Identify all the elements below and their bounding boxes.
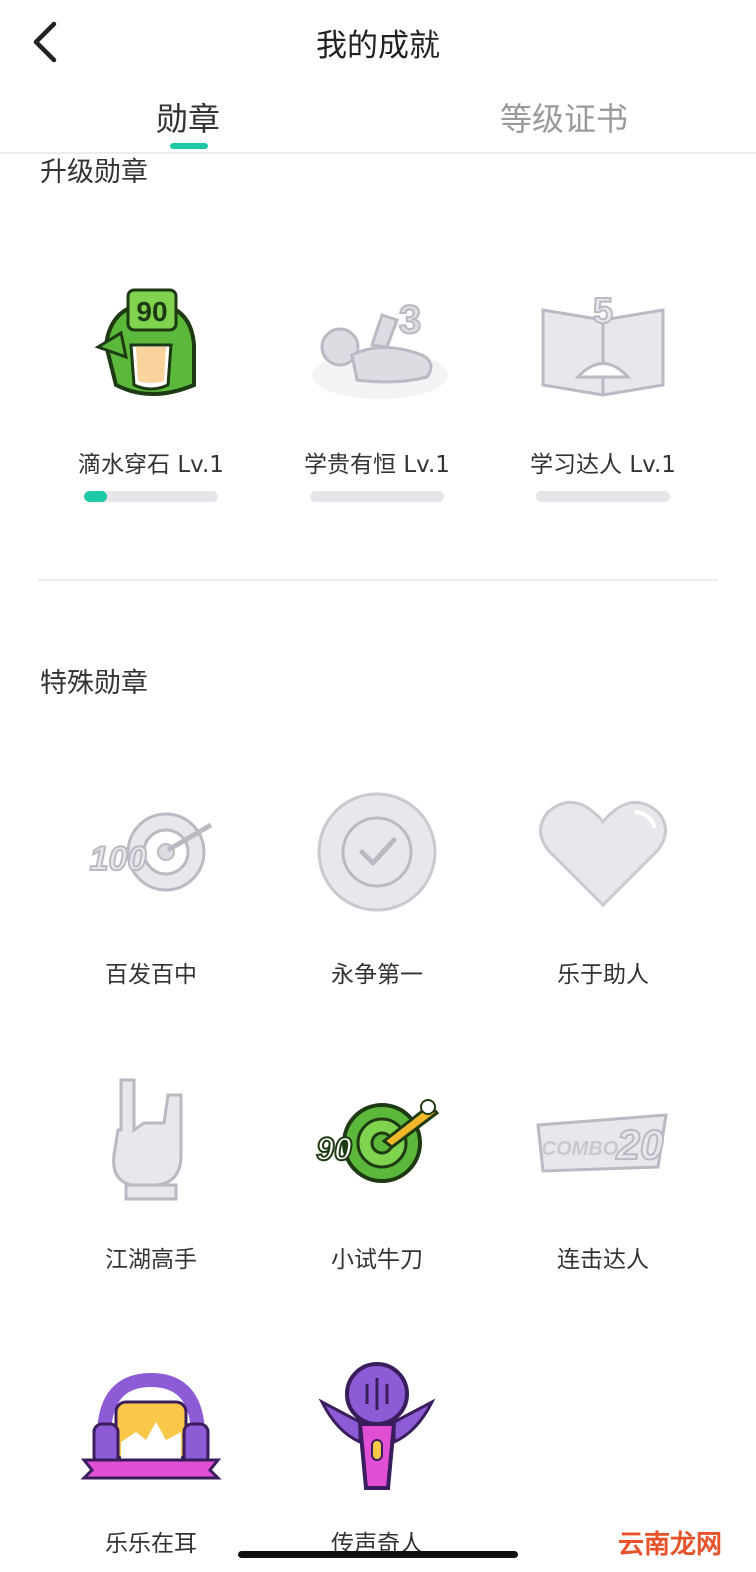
target-100-badge-icon: 100	[89, 812, 213, 892]
reclining-figure-badge-icon: 3	[312, 297, 448, 399]
tongue-90-badge-icon: 90	[94, 288, 196, 396]
section-title-special: 特殊勋章	[40, 668, 148, 699]
check-circle-badge-icon	[317, 792, 437, 912]
svg-text:20: 20	[616, 1121, 664, 1168]
open-book-badge-icon: 5	[541, 289, 665, 397]
badge-label: 学习达人 Lv.1	[530, 452, 676, 478]
badge-progress-bar	[310, 491, 444, 502]
badge-item[interactable]: 5 学习达人 Lv.1	[490, 285, 716, 515]
badge-item[interactable]: 3 学贵有恒 Lv.1	[264, 285, 490, 515]
badge-label: 滴水穿石 Lv.1	[78, 452, 224, 478]
badge-label: 小试牛刀	[331, 1247, 423, 1273]
svg-text:90: 90	[136, 296, 167, 327]
watermark: 云南龙网	[618, 1530, 723, 1560]
microphone-badge-icon	[318, 1362, 436, 1490]
progress-fill	[84, 491, 107, 502]
badge-label: 乐于助人	[557, 962, 649, 988]
badge-item[interactable]: 江湖高手	[38, 1075, 264, 1275]
tab-certificates[interactable]: 等级证书	[500, 94, 628, 140]
badge-item[interactable]: 90 小试牛刀	[264, 1075, 490, 1275]
badge-item[interactable]: 乐乐在耳	[38, 1362, 264, 1562]
combo-20-badge-icon: COMBO 20	[536, 1113, 668, 1173]
active-tab-indicator	[170, 143, 208, 149]
badge-item[interactable]: 90 滴水穿石 Lv.1	[38, 285, 264, 515]
home-indicator[interactable]	[238, 1551, 518, 1558]
rock-hand-badge-icon	[112, 1078, 183, 1201]
badge-label: 连击达人	[557, 1247, 649, 1273]
svg-text:90: 90	[316, 1131, 352, 1167]
svg-text:100: 100	[90, 840, 147, 878]
badge-progress-bar	[84, 491, 218, 502]
badge-label: 江湖高手	[105, 1247, 197, 1273]
page-title: 我的成就	[316, 28, 440, 64]
badge-item[interactable]: 传声奇人	[264, 1362, 490, 1562]
badge-item[interactable]: 100 百发百中	[38, 790, 264, 990]
badge-label: 永争第一	[331, 962, 423, 988]
badge-item[interactable]: COMBO 20 连击达人	[490, 1075, 716, 1275]
section-divider	[38, 579, 718, 581]
heart-badge-icon	[539, 800, 667, 908]
target-90-badge-icon: 90	[315, 1099, 440, 1183]
tab-medals[interactable]: 勋章	[156, 94, 220, 140]
badge-label: 学贵有恒 Lv.1	[304, 452, 450, 478]
badge-progress-bar	[536, 491, 670, 502]
headphones-badge-icon	[80, 1372, 222, 1480]
badge-item[interactable]: 乐于助人	[490, 790, 716, 990]
badge-item[interactable]: 永争第一	[264, 790, 490, 990]
svg-text:COMBO: COMBO	[542, 1138, 619, 1160]
tab-bar: 勋章 等级证书	[0, 90, 756, 154]
section-title-upgrade: 升级勋章	[40, 157, 148, 188]
top-bar: 我的成就	[0, 0, 756, 84]
svg-text:5: 5	[593, 290, 613, 331]
badge-label: 乐乐在耳	[105, 1531, 197, 1557]
svg-text:3: 3	[399, 298, 421, 342]
badge-label: 百发百中	[105, 962, 197, 988]
